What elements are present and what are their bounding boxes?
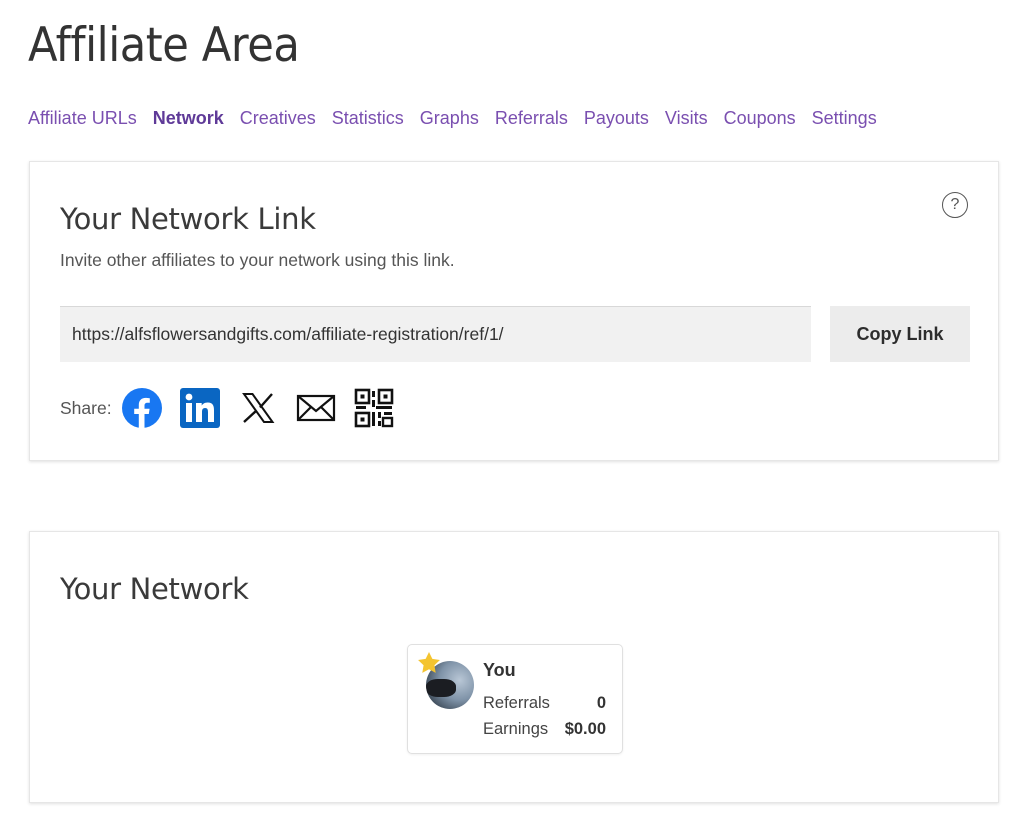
referrals-label: Referrals: [483, 694, 550, 712]
affiliate-tabs: Affiliate URLs Network Creatives Statist…: [28, 108, 893, 129]
tab-referrals[interactable]: Referrals: [495, 108, 568, 129]
network-link-input[interactable]: [60, 306, 811, 362]
tab-payouts[interactable]: Payouts: [584, 108, 649, 129]
network-link-card: Your Network Link ? Invite other affilia…: [29, 161, 999, 461]
tab-settings[interactable]: Settings: [812, 108, 877, 129]
copy-link-button[interactable]: Copy Link: [830, 306, 970, 362]
tab-network[interactable]: Network: [153, 108, 224, 129]
share-row: Share:: [60, 388, 412, 428]
page-title: Affiliate Area: [28, 18, 300, 73]
referrals-value: 0: [596, 694, 606, 712]
x-icon[interactable]: [238, 388, 278, 428]
network-member-card[interactable]: You Referrals 0 Earnings $0.00: [407, 644, 623, 754]
earnings-value: $0.00: [564, 720, 606, 738]
tab-visits[interactable]: Visits: [665, 108, 708, 129]
star-icon: [418, 651, 440, 673]
tab-affiliate-urls[interactable]: Affiliate URLs: [28, 108, 137, 129]
tab-statistics[interactable]: Statistics: [332, 108, 404, 129]
network-title: Your Network: [60, 572, 249, 606]
email-icon[interactable]: [296, 388, 336, 428]
earnings-label: Earnings: [483, 720, 549, 738]
network-link-title: Your Network Link: [60, 202, 316, 236]
qr-code-icon[interactable]: [354, 388, 394, 428]
tab-creatives[interactable]: Creatives: [240, 108, 316, 129]
tab-coupons[interactable]: Coupons: [724, 108, 796, 129]
member-name: You: [483, 660, 516, 680]
question-circle-icon[interactable]: ?: [942, 192, 968, 218]
share-label: Share:: [60, 397, 112, 418]
linkedin-icon[interactable]: [179, 388, 220, 428]
tab-graphs[interactable]: Graphs: [420, 108, 479, 129]
network-link-subtitle: Invite other affiliates to your network …: [60, 250, 455, 270]
facebook-icon[interactable]: [121, 388, 162, 428]
network-card: Your Network You Referrals 0 Earnings $0…: [29, 531, 999, 803]
